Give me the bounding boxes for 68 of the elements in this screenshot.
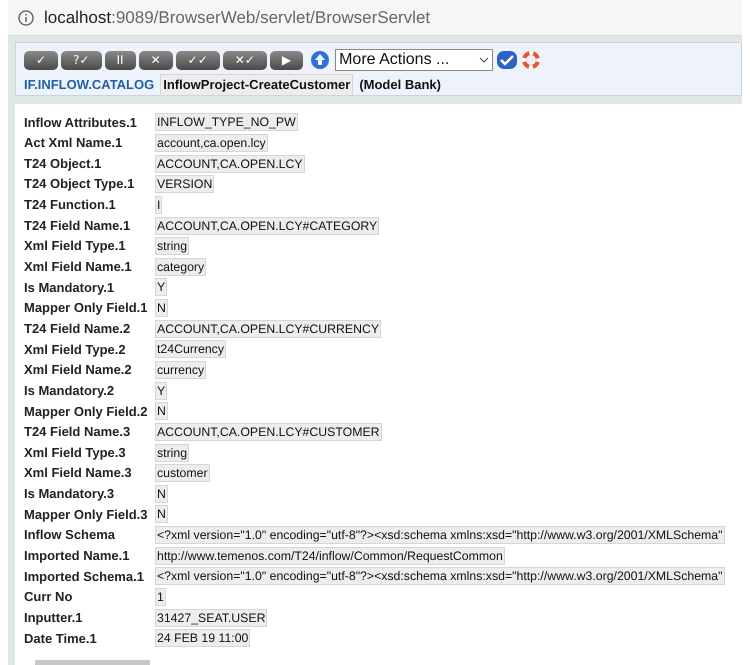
field-value: category: [155, 258, 206, 276]
info-icon[interactable]: [18, 10, 34, 26]
field-value: 31427_SEAT.USER: [155, 608, 268, 627]
field-label: Mapper Only Field.3: [24, 506, 149, 524]
toolbar-button[interactable]: II: [104, 50, 136, 70]
toolbar-button[interactable]: ?✓: [61, 50, 102, 70]
field-value: ACCOUNT,CA.OPEN.LCY#CATEGORY: [155, 216, 380, 235]
field-label: Inflow Schema: [24, 526, 116, 544]
field-label: Is Mandatory.1: [24, 278, 116, 297]
field-value: 1: [155, 588, 166, 606]
field-label: T24 Object.1: [24, 154, 102, 173]
toolbar-button[interactable]: ✓✓: [176, 50, 220, 70]
checkmark-icon[interactable]: [496, 50, 518, 70]
field-label: T24 Field Name.2: [24, 320, 132, 338]
field-value: N: [155, 484, 168, 503]
field-label: Xml Field Name.1: [24, 258, 133, 276]
field-label: T24 Object Type.1: [24, 175, 136, 194]
field-label: Curr No: [24, 588, 74, 606]
field-value: string: [155, 237, 190, 256]
toolbar-button[interactable]: ✕: [138, 50, 173, 70]
field-label: Xml Field Type.3: [24, 444, 127, 462]
field-label: Date Time.1: [24, 630, 98, 648]
field-value: customer: [155, 464, 210, 482]
field-label: Is Mandatory.3: [24, 485, 116, 504]
field-label: Imported Schema.1: [24, 568, 145, 586]
field-value: Y: [155, 382, 168, 400]
field-label: Xml Field Name.2: [24, 361, 133, 380]
field-label: Xml Field Type.2: [24, 340, 127, 359]
field-label: Xml Field Type.1: [24, 237, 127, 256]
field-value: ACCOUNT,CA.OPEN.LCY#CUSTOMER: [155, 422, 382, 441]
field-label: T24 Field Name.3: [24, 423, 132, 442]
field-label: Act Xml Name.1: [24, 134, 124, 152]
field-value: http://www.temenos.com/T24/inflow/Common/RequestCommon: [155, 546, 505, 565]
field-label: Mapper Only Field.1: [24, 299, 149, 318]
lifebuoy-icon[interactable]: [521, 50, 542, 70]
field-value: ACCOUNT,CA.OPEN.LCY#CURRENCY: [155, 320, 382, 338]
record-id: InflowProject-CreateCustomer: [160, 74, 354, 96]
field-label: Imported Name.1: [24, 547, 130, 566]
field-value: I: [155, 196, 162, 214]
field-value: <?xml version="1.0" encoding="utf-8"?><xsd:schema xmlns:xsd="http://www.w3.org/2001/XMLSchema": [155, 526, 724, 544]
application-name: IF.INFLOW.CATALOG: [24, 76, 154, 94]
field-value: ACCOUNT,CA.OPEN.LCY: [155, 154, 305, 173]
field-value: account,ca.open.lcy: [155, 134, 268, 152]
field-label: Inputter.1: [24, 608, 84, 627]
field-value: N: [155, 402, 168, 420]
company-name: (Model Bank): [359, 76, 441, 94]
toolbar-button[interactable]: ▶: [270, 50, 304, 70]
field-value: t24Currency: [155, 340, 226, 358]
field-value: currency: [155, 361, 206, 379]
field-value: INFLOW_TYPE_NO_PW: [155, 113, 298, 132]
field-value: 24 FEB 19 11:00: [155, 629, 250, 648]
field-label: Inflow Attributes.1: [24, 114, 138, 132]
field-label: T24 Field Name.1: [24, 216, 132, 235]
field-value: N: [155, 505, 168, 524]
scrollbar-thumb[interactable]: [35, 660, 150, 665]
field-label: Mapper Only Field.2: [24, 402, 149, 421]
field-value: string: [155, 444, 190, 462]
chevron-down-icon: [479, 57, 490, 63]
field-value: VERSION: [155, 175, 214, 194]
toolbar-button[interactable]: ✕✓: [222, 50, 267, 70]
toolbar-button[interactable]: ✓: [24, 50, 58, 70]
actions-dropdown[interactable]: More Actions ...: [335, 49, 494, 71]
field-label: Is Mandatory.2: [24, 382, 116, 400]
field-value: <?xml version="1.0" encoding="utf-8"?><xsd:schema xmlns:xsd="http://www.w3.org/2001/XMLSchema": [155, 567, 724, 586]
field-value: N: [155, 299, 168, 318]
field-value: Y: [155, 278, 168, 296]
field-label: Xml Field Name.3: [24, 464, 133, 482]
field-label: T24 Function.1: [24, 196, 117, 214]
